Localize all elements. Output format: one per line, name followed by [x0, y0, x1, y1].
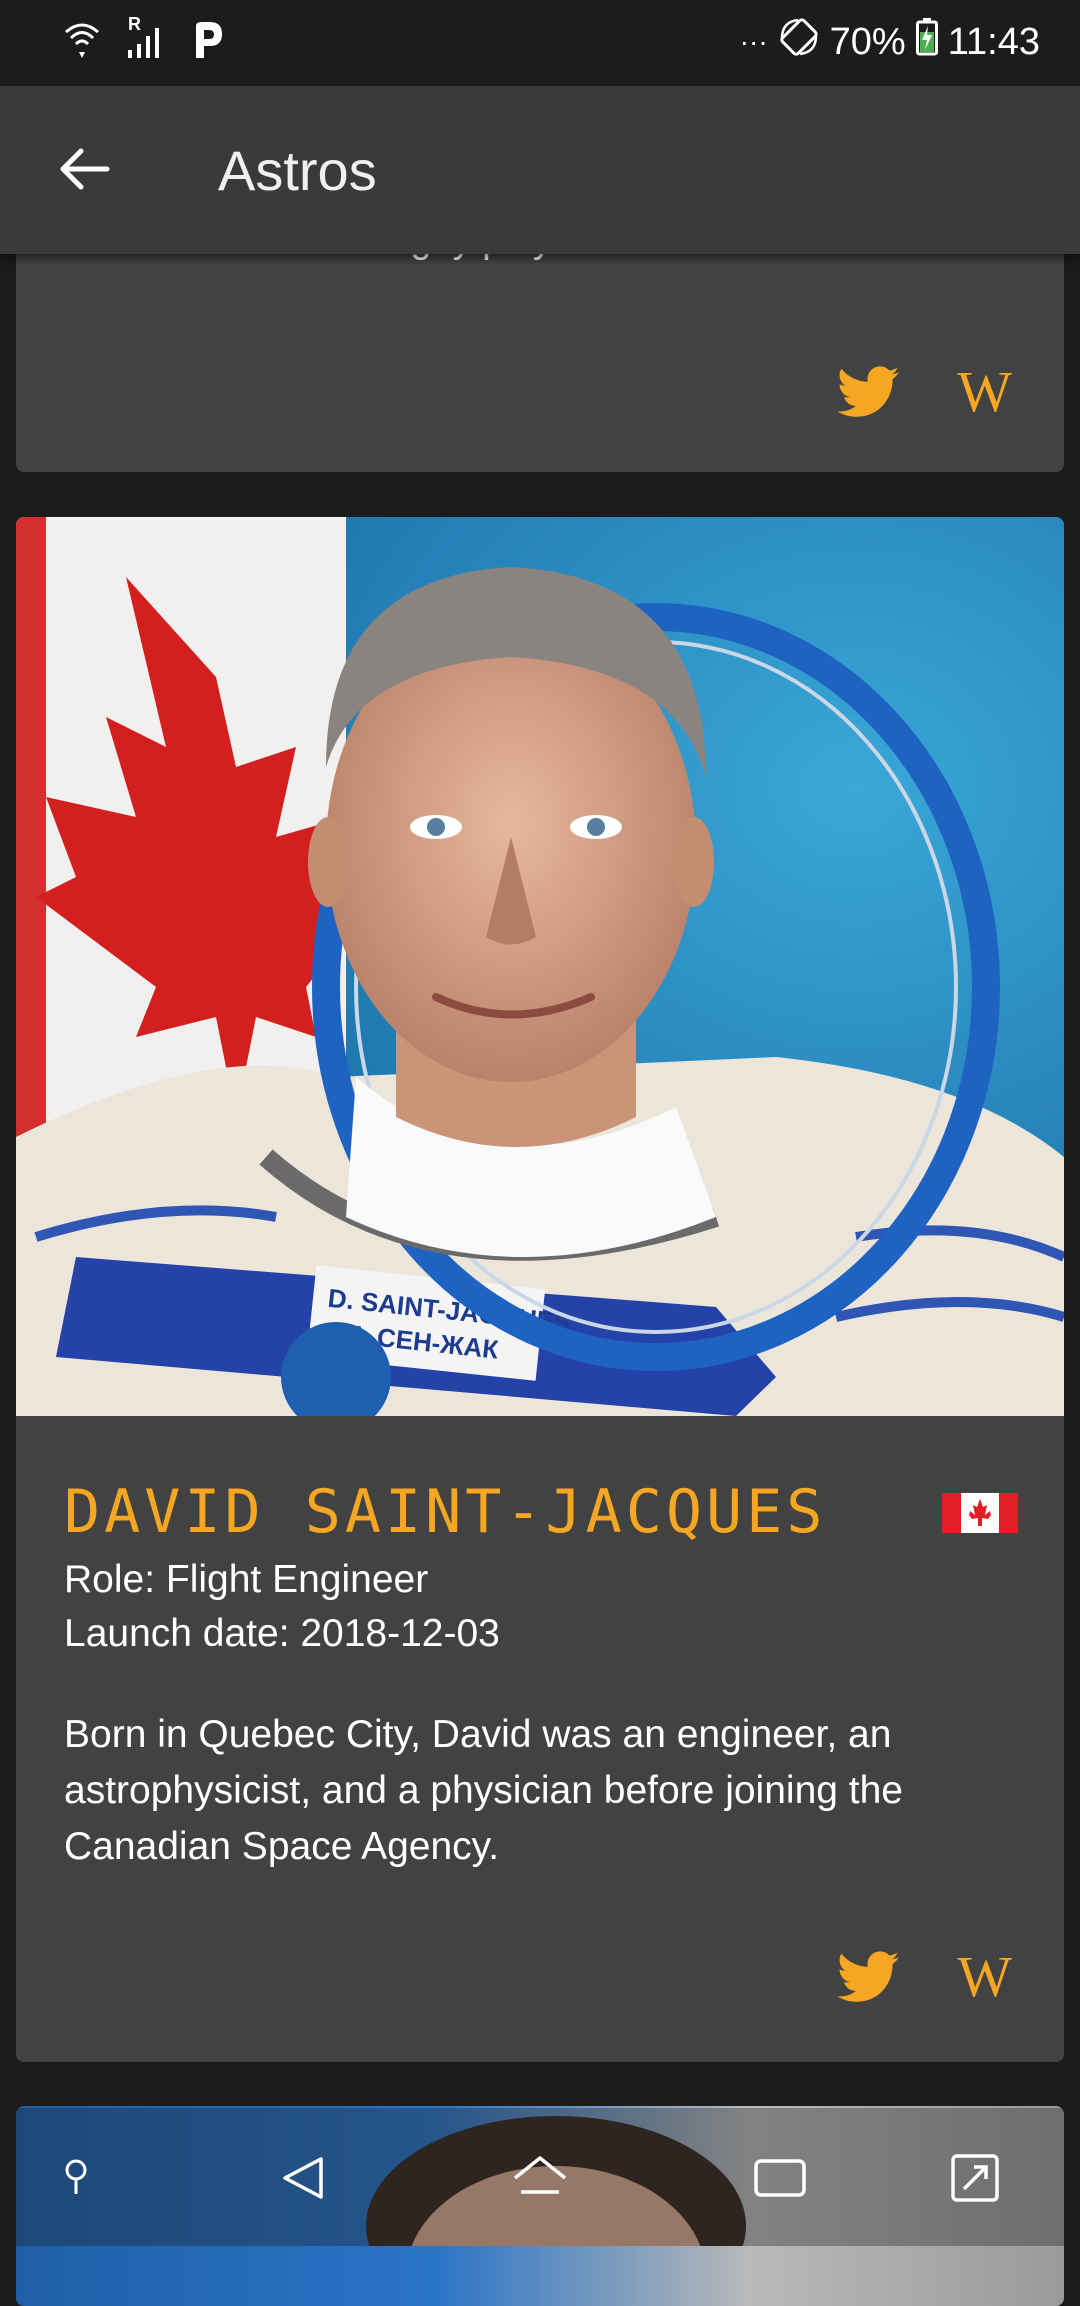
app-bar: Astros: [0, 86, 1080, 254]
battery-percent: 70%: [829, 20, 906, 63]
twitter-link[interactable]: [837, 366, 900, 418]
astronaut-launch-date: Launch date: 2018-12-03: [64, 1612, 500, 1655]
page-title: Astros: [218, 139, 377, 202]
home-icon: [513, 2156, 567, 2194]
canada-flag-icon: [942, 1493, 1018, 1533]
card-links: W: [837, 362, 1012, 422]
back-nav-button[interactable]: [272, 2148, 332, 2208]
recents-icon: [754, 2159, 806, 2197]
back-triangle-icon: [283, 2157, 323, 2199]
cell-signal-icon: R: [124, 14, 168, 67]
astronaut-bio: Born in Quebec City, David was an engine…: [64, 1713, 903, 1868]
twitter-icon: [837, 1951, 900, 2002]
recents-button[interactable]: [750, 2148, 810, 2208]
pin-button[interactable]: [46, 2148, 106, 2208]
clock: 11:43: [947, 20, 1040, 63]
astronaut-name: DAVID SAINT-JACQUES: [64, 1477, 827, 1547]
status-bar: R ··· 70% 11:43: [0, 0, 1080, 86]
astronaut-role: Role: Flight Engineer: [64, 1558, 429, 1601]
home-button[interactable]: [510, 2148, 570, 2208]
status-right: ··· 70% 11:43: [740, 16, 1040, 68]
pin-icon: [65, 2159, 87, 2194]
system-nav-bar: [0, 2108, 1080, 2246]
card-links: W: [837, 1947, 1012, 2007]
rotate-icon: [778, 16, 820, 68]
expand-button[interactable]: [945, 2148, 1005, 2208]
battery-charging-icon: [915, 18, 938, 66]
signal-roaming-label: R: [128, 14, 141, 34]
wikipedia-link[interactable]: W: [957, 1947, 1012, 2007]
parking-app-icon: [190, 20, 224, 65]
wikipedia-link[interactable]: W: [957, 362, 1012, 422]
more-notifications-indicator: ···: [739, 26, 768, 57]
astronaut-photo: D. SAINT-JACQUES Д. СЕН-ЖАК: [16, 517, 1064, 1416]
back-button[interactable]: [50, 136, 120, 206]
twitter-icon: [837, 366, 900, 417]
status-left: R: [62, 14, 224, 67]
wifi-icon: [62, 18, 102, 67]
twitter-link[interactable]: [837, 1951, 900, 2003]
astronaut-card: D. SAINT-JACQUES Д. СЕН-ЖАК DAVID SAINT-…: [16, 517, 1064, 2062]
expand-icon: [951, 2154, 999, 2202]
arrow-back-icon: [59, 147, 111, 196]
